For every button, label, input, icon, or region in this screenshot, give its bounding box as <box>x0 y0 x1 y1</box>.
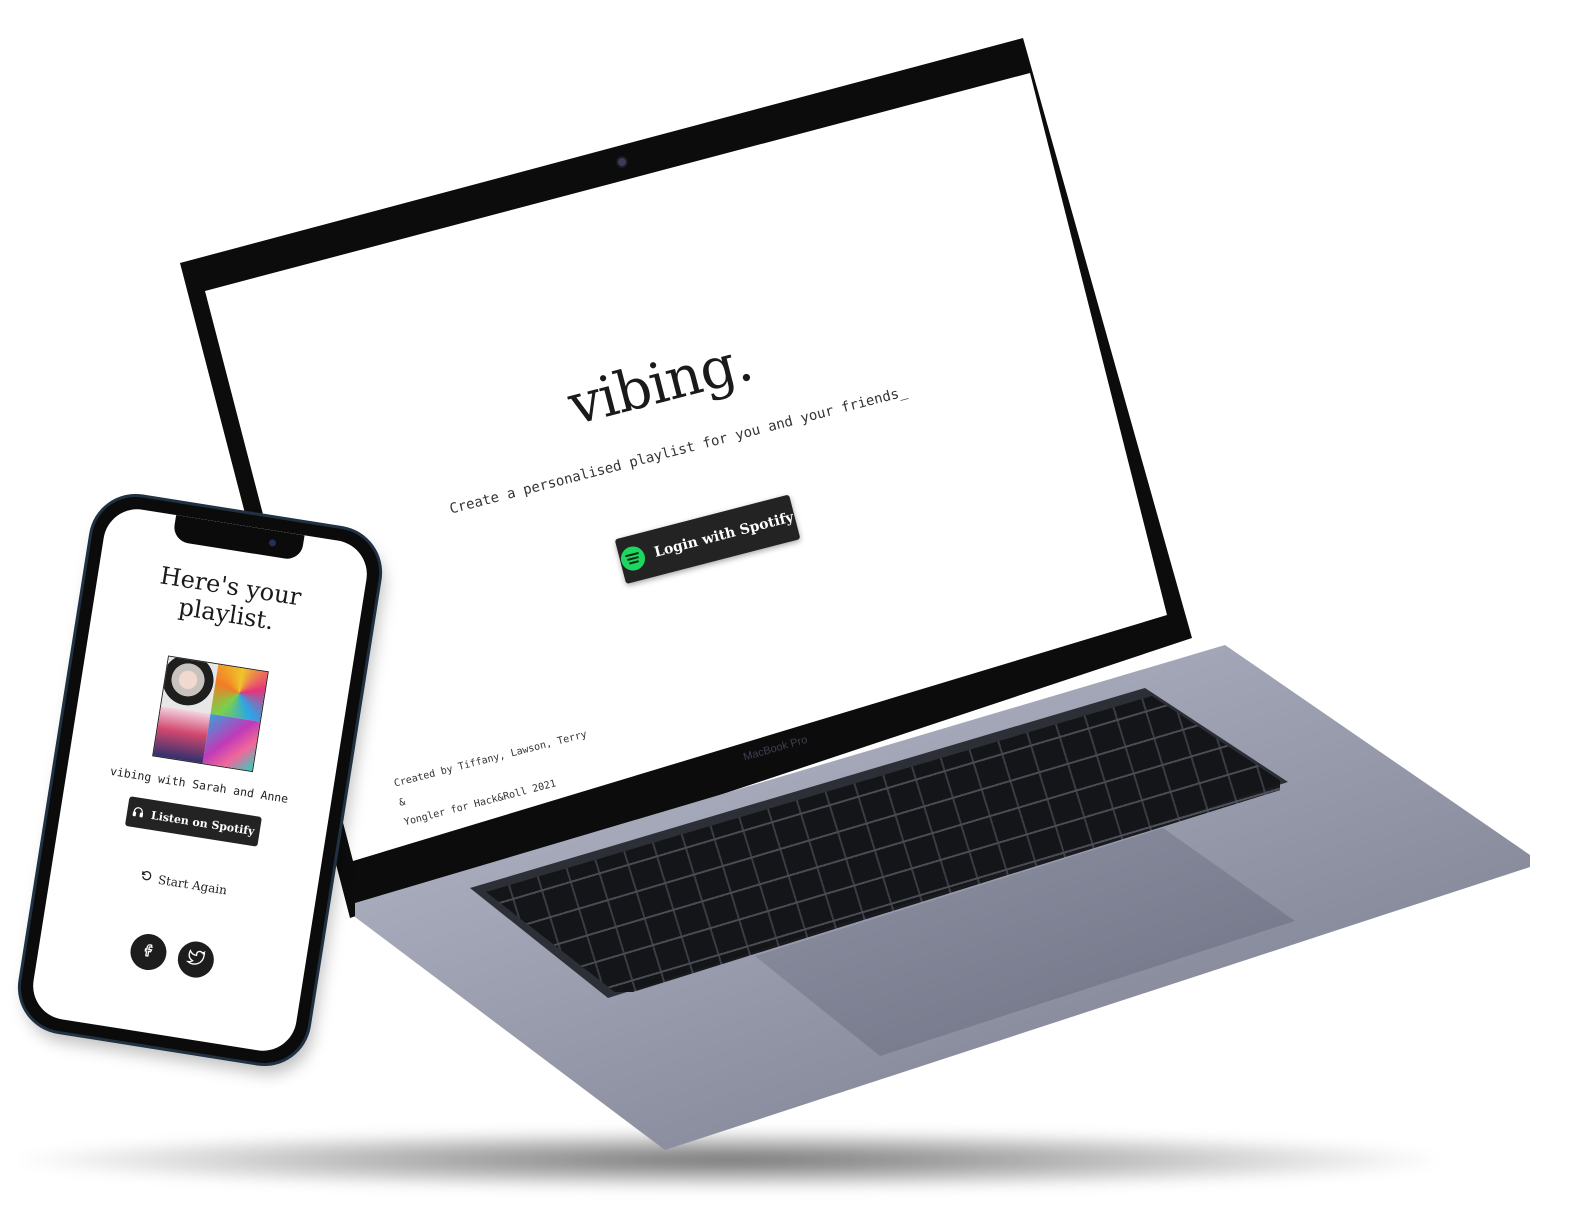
playlist-heading: Here's your playlist. <box>93 552 364 649</box>
headphones-icon <box>131 804 145 821</box>
start-again-link[interactable]: Start Again <box>51 855 316 911</box>
start-again-label: Start Again <box>157 872 229 897</box>
front-camera-icon <box>268 538 277 547</box>
webcam-icon <box>618 158 626 166</box>
listen-on-spotify-button[interactable]: Listen on Spotify <box>124 796 262 847</box>
album-art <box>153 706 211 764</box>
playlist-cover <box>152 655 269 773</box>
album-art <box>161 656 219 714</box>
facebook-share-button[interactable] <box>127 931 170 973</box>
login-with-spotify-button[interactable]: Login with Spotify <box>614 494 801 585</box>
playlist-caption: vibing with Sarah and Anne <box>109 763 290 806</box>
album-art <box>202 713 260 772</box>
album-art <box>210 664 268 722</box>
facebook-icon <box>139 940 158 963</box>
spotify-icon <box>618 543 648 574</box>
phone-notch <box>172 515 305 562</box>
login-button-label: Login with Spotify <box>652 509 796 561</box>
listen-button-label: Listen on Spotify <box>150 808 256 838</box>
twitter-icon <box>185 947 206 973</box>
restart-icon <box>139 869 153 886</box>
twitter-share-button[interactable] <box>175 938 217 981</box>
share-buttons <box>38 917 306 994</box>
